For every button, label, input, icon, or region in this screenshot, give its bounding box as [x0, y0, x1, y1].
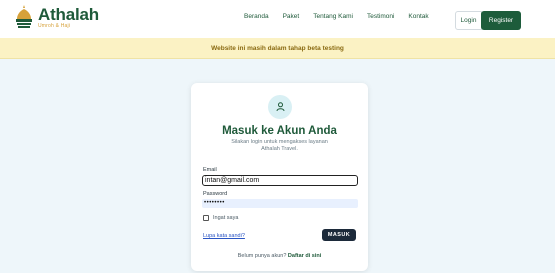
user-icon: [276, 102, 284, 112]
password-field[interactable]: ••••••••: [202, 199, 358, 208]
submit-button[interactable]: MASUK: [322, 229, 356, 241]
email-label: Email: [203, 167, 217, 173]
signup-line: Belum punya akun? Daftar di sini: [191, 253, 368, 259]
email-field[interactable]: intan@gmail.com: [202, 175, 358, 186]
avatar: [268, 95, 292, 119]
nav-kontak[interactable]: Kontak: [408, 13, 428, 20]
main-nav: Beranda Paket Tentang Kami Testimoni Kon…: [244, 13, 443, 20]
nav-paket[interactable]: Paket: [283, 13, 300, 20]
nav-tentang-kami[interactable]: Tentang Kami: [313, 13, 353, 20]
brand-logo[interactable]: Athalah Umroh & Haji: [14, 5, 99, 29]
password-label: Password: [203, 191, 228, 197]
remember-me[interactable]: Ingat saya: [203, 215, 238, 221]
beta-banner: Website ini masih dalam tahap beta testi…: [0, 38, 555, 59]
logo-subtitle: Umroh & Haji: [38, 22, 71, 29]
nav-testimoni[interactable]: Testimoni: [367, 13, 394, 20]
mosque-dome-logo-icon: [16, 5, 32, 28]
top-navbar: Athalah Umroh & Haji Beranda Paket Tenta…: [0, 0, 555, 39]
remember-label: Ingat saya: [213, 215, 239, 221]
forgot-password-link[interactable]: Lupa kata sandi?: [203, 233, 245, 239]
login-subtitle: Silakan login untuk mengakses layanan At…: [231, 139, 328, 153]
login-card: Masuk ke Akun Anda Silakan login untuk m…: [191, 83, 368, 271]
login-title: Masuk ke Akun Anda: [222, 125, 337, 137]
register-button[interactable]: Register: [481, 11, 521, 30]
remember-checkbox[interactable]: [203, 215, 209, 221]
nav-beranda[interactable]: Beranda: [244, 13, 269, 20]
logo-title: Athalah: [38, 4, 99, 24]
signup-link[interactable]: Daftar di sini: [288, 253, 321, 259]
login-button[interactable]: Login: [455, 11, 482, 30]
signup-prompt: Belum punya akun?: [237, 253, 287, 259]
